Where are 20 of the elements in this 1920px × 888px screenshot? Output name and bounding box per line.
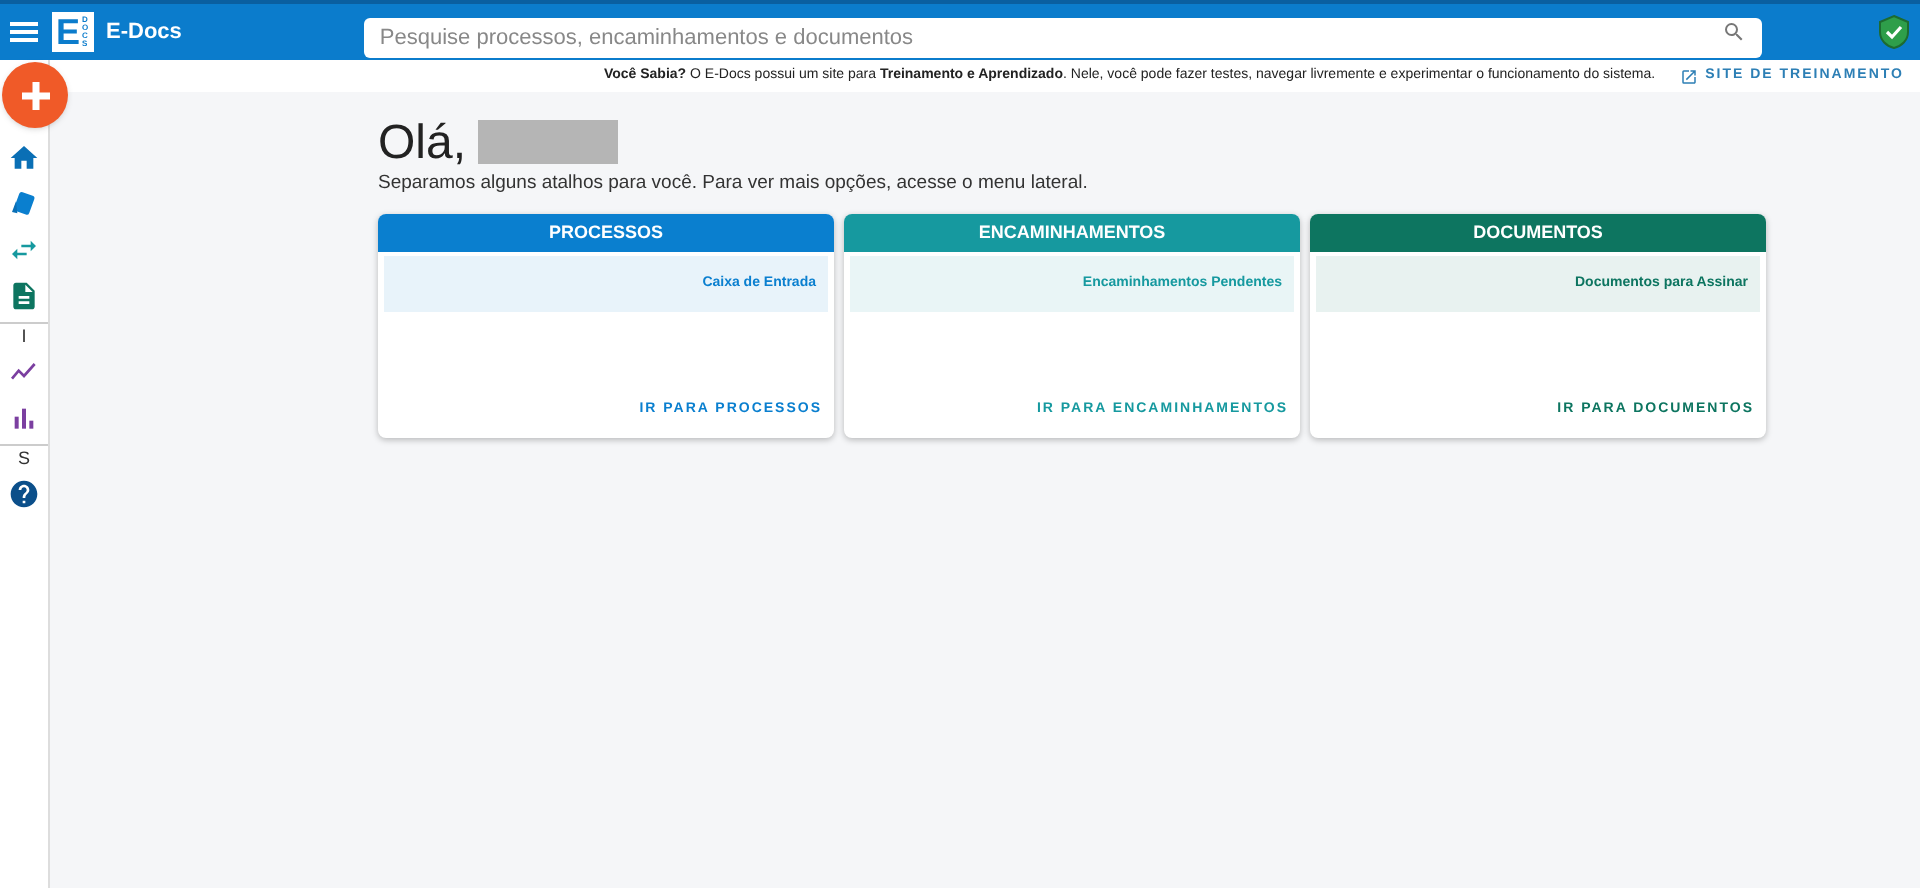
section-label: S	[17, 446, 30, 470]
greeting-title: Olá,	[378, 118, 467, 170]
help-icon[interactable]	[8, 477, 40, 509]
card-title: ENCAMINHAMENTOS	[978, 220, 1166, 246]
home-icon[interactable]	[8, 141, 40, 173]
section-label: I	[21, 324, 27, 348]
redacted-name	[478, 120, 619, 164]
greeting-subtitle: Separamos alguns atalhos para você. Para ver mais opções, acesse o menu lateral.	[378, 170, 1090, 198]
plus-icon	[17, 77, 53, 113]
cards-icon[interactable]	[8, 187, 40, 219]
shield-check-icon[interactable]	[1878, 14, 1910, 50]
external-link-icon	[1679, 67, 1698, 85]
search-icon[interactable]	[1721, 20, 1746, 44]
document-icon[interactable]	[8, 279, 40, 311]
card-title: DOCUMENTOS	[1473, 220, 1603, 246]
search-field[interactable]: Pesquise processos, encaminhamentos e documentos	[363, 18, 1762, 58]
logo-letter: E	[56, 14, 81, 50]
card-title: PROCESSOS	[548, 220, 663, 246]
app-name: E-Docs	[106, 17, 182, 48]
menu-icon[interactable]	[10, 20, 38, 44]
